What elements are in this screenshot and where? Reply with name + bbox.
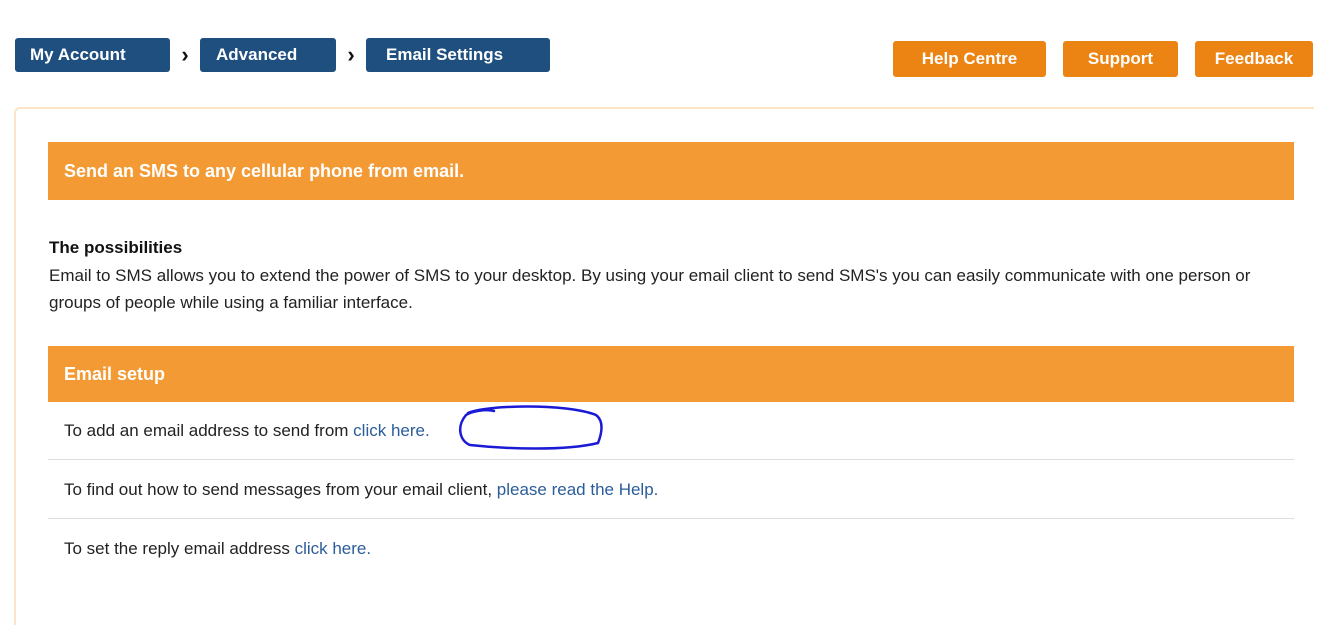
help-centre-button[interactable]: Help Centre <box>893 41 1046 77</box>
breadcrumb-separator-icon: › <box>347 42 355 67</box>
setup-row-reply-address: To set the reply email address click her… <box>48 520 1294 578</box>
breadcrumb-my-account[interactable]: My Account <box>15 38 170 72</box>
support-button[interactable]: Support <box>1063 41 1178 77</box>
setup-row-add-address: To add an email address to send from cli… <box>48 402 1294 460</box>
content-panel: Send an SMS to any cellular phone from e… <box>14 107 1314 625</box>
header-actions: Help Centre Support Feedback <box>893 41 1313 77</box>
setup-row-text: To set the reply email address <box>64 539 290 558</box>
feedback-button[interactable]: Feedback <box>1195 41 1313 77</box>
add-address-link[interactable]: click here. <box>353 421 430 440</box>
breadcrumb-advanced[interactable]: Advanced <box>200 38 336 72</box>
setup-row-help: To find out how to send messages from yo… <box>48 461 1294 519</box>
breadcrumb-separator-icon: › <box>181 42 189 67</box>
breadcrumb-email-settings[interactable]: Email Settings <box>366 38 550 72</box>
sms-banner-title: Send an SMS to any cellular phone from e… <box>48 142 1294 200</box>
setup-row-text: To find out how to send messages from yo… <box>64 480 493 499</box>
possibilities-text: Email to SMS allows you to extend the po… <box>49 266 1251 312</box>
reply-address-link[interactable]: click here. <box>295 539 372 558</box>
possibilities-heading: The possibilities <box>49 238 183 257</box>
read-help-link[interactable]: please read the Help. <box>497 480 659 499</box>
setup-row-text: To add an email address to send from <box>64 421 349 440</box>
top-bar: My Account › Advanced › Email Settings H… <box>15 38 1324 78</box>
breadcrumb: My Account › Advanced › Email Settings <box>15 38 550 72</box>
email-setup-heading: Email setup <box>48 346 1294 402</box>
